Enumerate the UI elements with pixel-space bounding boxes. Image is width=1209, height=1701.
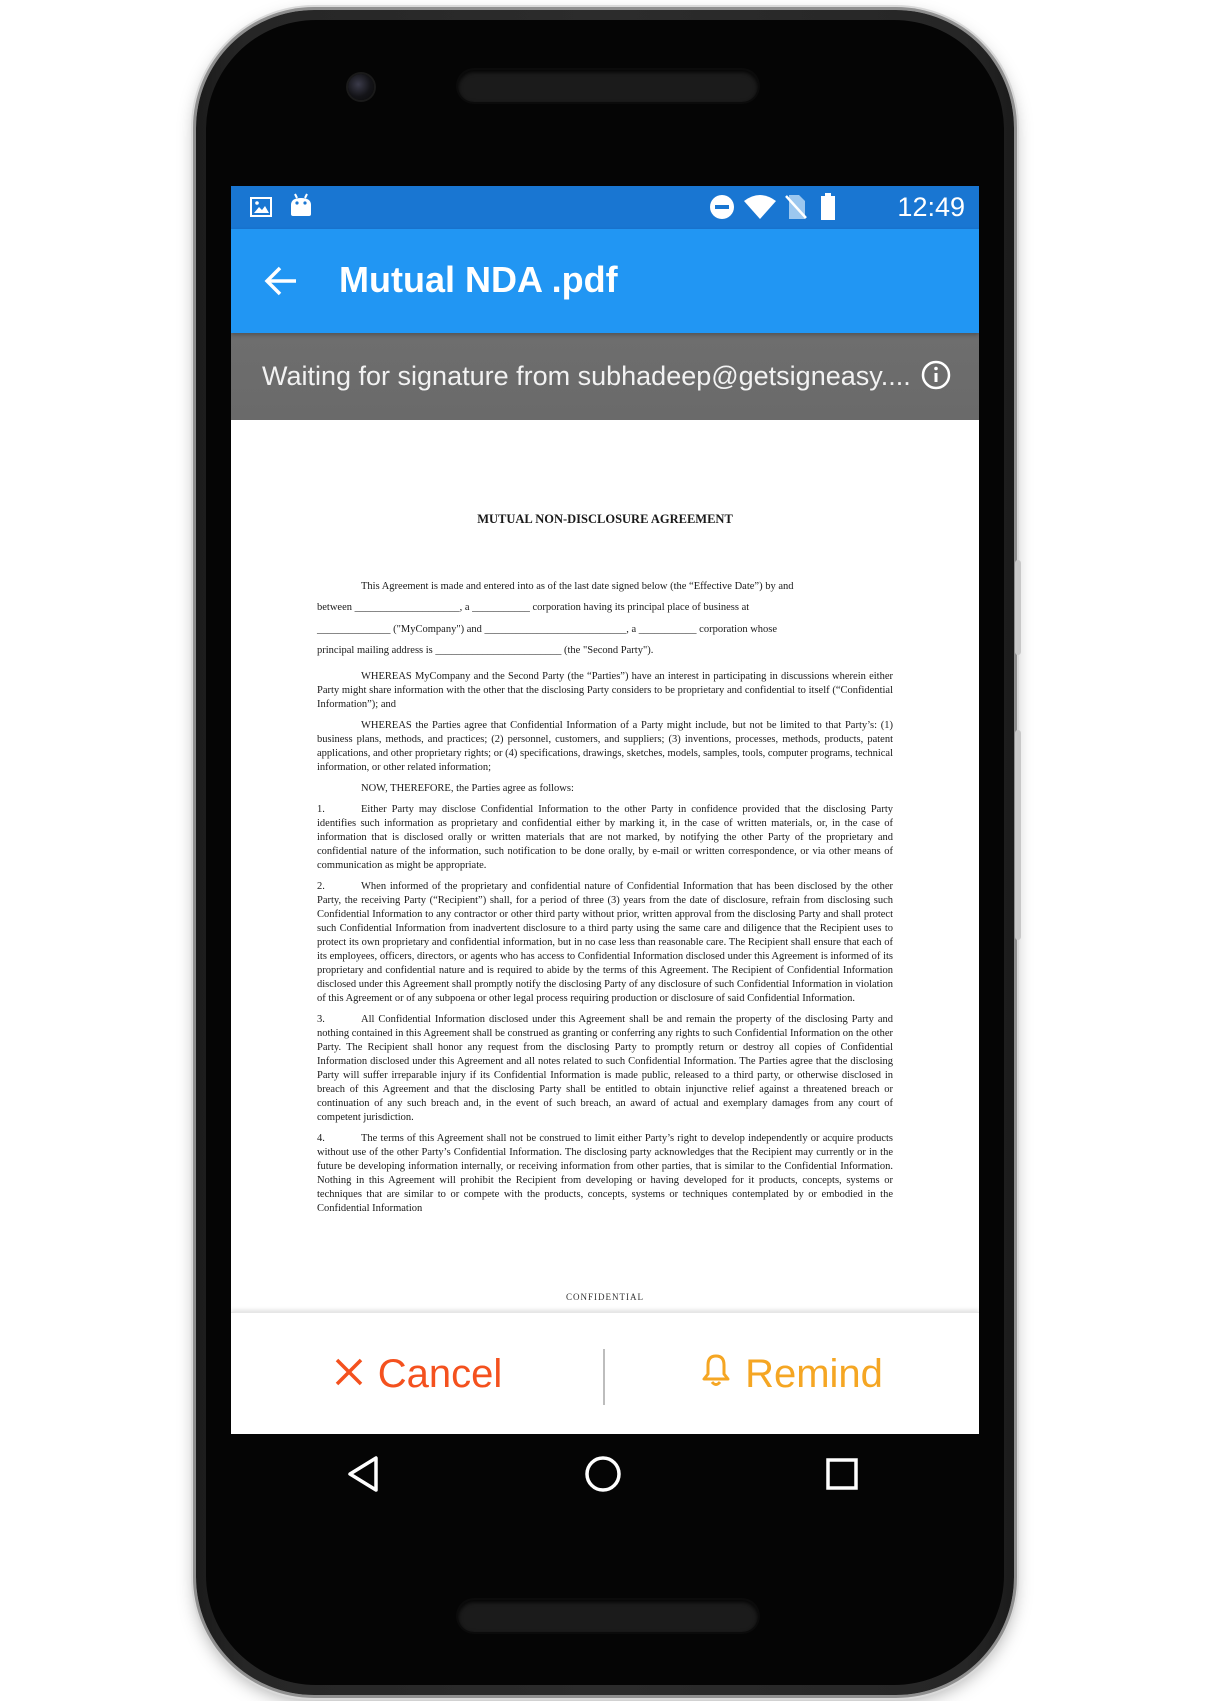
status-time: 12:49 (897, 192, 965, 222)
power-button (1015, 560, 1021, 655)
close-icon (334, 1352, 364, 1397)
bottom-speaker (458, 1600, 758, 1632)
document-title: MUTUAL NON-DISCLOSURE AGREEMENT (477, 512, 733, 526)
intro-line: between ____________________, a ________… (317, 602, 750, 614)
info-icon[interactable] (921, 360, 951, 390)
document-clause: 4. The terms of this Agreement shall not … (317, 1133, 893, 1214)
wifi-icon (743, 194, 777, 225)
intro-line: principal mailing address is ___________… (317, 645, 654, 657)
document-paragraph: WHEREAS the Parties agree that Confident… (317, 720, 893, 773)
remind-label: Remind (745, 1351, 883, 1396)
battery-icon (820, 193, 836, 226)
intro-line: ______________ ("MyCompany") and _______… (317, 623, 778, 635)
recents-square-icon[interactable] (822, 1454, 862, 1494)
volume-button (1015, 730, 1021, 940)
document-paragraph: WHEREAS MyCompany and the Second Party (… (317, 671, 893, 710)
bell-icon (701, 1352, 731, 1397)
remind-button[interactable]: Remind (605, 1313, 979, 1434)
back-triangle-icon[interactable] (344, 1454, 384, 1494)
document-clause: 2. When informed of the proprietary and c… (317, 881, 893, 1004)
action-bar: Cancel Remind (231, 1312, 979, 1434)
document-footer: CONFIDENTIAL (566, 1292, 644, 1300)
earpiece-speaker (458, 70, 758, 102)
screen: 12:49 Mutual NDA .pdf Waiting for signat… (231, 186, 979, 1434)
intro-line: This Agreement is made and entered into … (361, 581, 794, 592)
front-camera (348, 74, 374, 100)
image-icon (249, 195, 273, 224)
arrow-back-icon[interactable] (263, 263, 299, 299)
page-title: Mutual NDA .pdf (339, 259, 618, 300)
home-circle-icon[interactable] (583, 1454, 623, 1494)
do-not-disturb-icon (709, 194, 735, 225)
signature-status-banner: Waiting for signature from subhadeep@get… (231, 333, 979, 420)
app-bar: Mutual NDA .pdf (231, 229, 979, 333)
android-icon (288, 192, 314, 225)
document-clause: 3. All Confidential Information disclosed… (317, 1014, 893, 1123)
cancel-label: Cancel (377, 1351, 503, 1396)
status-bar: 12:49 (231, 186, 979, 229)
document-paragraph: NOW, THEREFORE, the Parties agree as fol… (361, 783, 574, 794)
document-viewer[interactable]: MUTUAL NON-DISCLOSURE AGREEMENT This Agr… (231, 420, 979, 1300)
cancel-button[interactable]: Cancel (231, 1313, 605, 1434)
document-clause: 1. Either Party may disclose Confidential… (317, 804, 893, 871)
no-sim-icon (785, 194, 807, 225)
document-intro: This Agreement is made and entered into … (317, 576, 893, 662)
navigation-bar (231, 1434, 979, 1520)
signature-status-text: Waiting for signature from subhadeep@get… (262, 361, 911, 391)
document-body: WHEREAS MyCompany and the Second Party (… (317, 670, 893, 1223)
